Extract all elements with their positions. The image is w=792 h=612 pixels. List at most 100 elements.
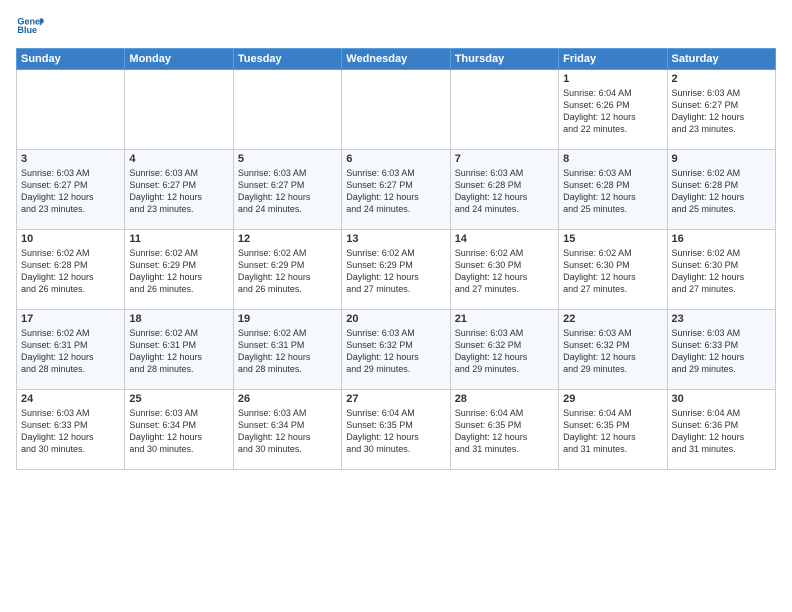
calendar-cell: 3 Sunrise: 6:03 AMSunset: 6:27 PMDaylight… xyxy=(17,150,125,230)
calendar-cell: 26Sunrise: 6:03 AMSunset: 6:34 PMDayligh… xyxy=(233,390,341,470)
day-number: 1 xyxy=(563,73,662,85)
calendar-cell: 18Sunrise: 6:02 AMSunset: 6:31 PMDayligh… xyxy=(125,310,233,390)
day-info: Sunrise: 6:04 AMSunset: 6:35 PMDaylight:… xyxy=(346,407,445,456)
day-info: Sunrise: 6:02 AMSunset: 6:31 PMDaylight:… xyxy=(238,327,337,376)
day-number: 4 xyxy=(129,153,228,165)
calendar-cell: 17 Sunrise: 6:02 AMSunset: 6:31 PMDayligh… xyxy=(17,310,125,390)
weekday-header-thursday: Thursday xyxy=(450,49,558,70)
calendar-cell xyxy=(17,70,125,150)
day-number: 29 xyxy=(563,393,662,405)
calendar-cell xyxy=(450,70,558,150)
calendar-cell: 1 Sunrise: 6:04 AMSunset: 6:26 PMDaylight… xyxy=(559,70,667,150)
day-number: 23 xyxy=(672,313,771,325)
day-number: 12 xyxy=(238,233,337,245)
calendar-cell: 30 Sunrise: 6:04 AMSunset: 6:36 PMDayligh… xyxy=(667,390,775,470)
calendar-week-5: 24Sunrise: 6:03 AMSunset: 6:33 PMDayligh… xyxy=(17,390,776,470)
weekday-header-tuesday: Tuesday xyxy=(233,49,341,70)
calendar-cell: 19 Sunrise: 6:02 AMSunset: 6:31 PMDayligh… xyxy=(233,310,341,390)
day-info: Sunrise: 6:03 AMSunset: 6:32 PMDaylight:… xyxy=(455,327,554,376)
calendar-week-4: 17 Sunrise: 6:02 AMSunset: 6:31 PMDayligh… xyxy=(17,310,776,390)
day-info: Sunrise: 6:03 AMSunset: 6:27 PMDaylight:… xyxy=(238,167,337,216)
day-info: Sunrise: 6:03 AMSunset: 6:27 PMDaylight:… xyxy=(672,87,771,136)
calendar-cell: 28Sunrise: 6:04 AMSunset: 6:35 PMDayligh… xyxy=(450,390,558,470)
svg-text:Blue: Blue xyxy=(17,25,37,35)
day-number: 21 xyxy=(455,313,554,325)
calendar-cell xyxy=(342,70,450,150)
day-info: Sunrise: 6:02 AMSunset: 6:31 PMDaylight:… xyxy=(129,327,228,376)
day-info: Sunrise: 6:02 AMSunset: 6:28 PMDaylight:… xyxy=(672,167,771,216)
day-number: 9 xyxy=(672,153,771,165)
calendar-cell xyxy=(125,70,233,150)
day-info: Sunrise: 6:04 AMSunset: 6:36 PMDaylight:… xyxy=(672,407,771,456)
calendar-cell: 15 Sunrise: 6:02 AMSunset: 6:30 PMDayligh… xyxy=(559,230,667,310)
weekday-header-saturday: Saturday xyxy=(667,49,775,70)
day-number: 27 xyxy=(346,393,445,405)
page-header: General Blue xyxy=(16,12,776,40)
day-number: 6 xyxy=(346,153,445,165)
day-number: 7 xyxy=(455,153,554,165)
calendar-cell: 11Sunrise: 6:02 AMSunset: 6:29 PMDayligh… xyxy=(125,230,233,310)
calendar-cell: 22 Sunrise: 6:03 AMSunset: 6:32 PMDayligh… xyxy=(559,310,667,390)
calendar-week-2: 3 Sunrise: 6:03 AMSunset: 6:27 PMDaylight… xyxy=(17,150,776,230)
day-number: 24 xyxy=(21,393,120,405)
calendar-cell: 13 Sunrise: 6:02 AMSunset: 6:29 PMDayligh… xyxy=(342,230,450,310)
day-info: Sunrise: 6:03 AMSunset: 6:27 PMDaylight:… xyxy=(129,167,228,216)
calendar-cell: 9 Sunrise: 6:02 AMSunset: 6:28 PMDaylight… xyxy=(667,150,775,230)
day-info: Sunrise: 6:03 AMSunset: 6:27 PMDaylight:… xyxy=(346,167,445,216)
calendar-cell: 12 Sunrise: 6:02 AMSunset: 6:29 PMDayligh… xyxy=(233,230,341,310)
day-info: Sunrise: 6:02 AMSunset: 6:30 PMDaylight:… xyxy=(455,247,554,296)
weekday-header-sunday: Sunday xyxy=(17,49,125,70)
day-number: 14 xyxy=(455,233,554,245)
day-info: Sunrise: 6:03 AMSunset: 6:27 PMDaylight:… xyxy=(21,167,120,216)
day-number: 3 xyxy=(21,153,120,165)
day-info: Sunrise: 6:03 AMSunset: 6:28 PMDaylight:… xyxy=(563,167,662,216)
day-info: Sunrise: 6:02 AMSunset: 6:29 PMDaylight:… xyxy=(238,247,337,296)
calendar-cell: 14 Sunrise: 6:02 AMSunset: 6:30 PMDayligh… xyxy=(450,230,558,310)
day-number: 2 xyxy=(672,73,771,85)
calendar-cell: 27 Sunrise: 6:04 AMSunset: 6:35 PMDayligh… xyxy=(342,390,450,470)
weekday-header-friday: Friday xyxy=(559,49,667,70)
day-info: Sunrise: 6:02 AMSunset: 6:30 PMDaylight:… xyxy=(563,247,662,296)
weekday-header-monday: Monday xyxy=(125,49,233,70)
day-info: Sunrise: 6:03 AMSunset: 6:32 PMDaylight:… xyxy=(346,327,445,376)
calendar-cell: 23Sunrise: 6:03 AMSunset: 6:33 PMDayligh… xyxy=(667,310,775,390)
weekday-header-row: SundayMondayTuesdayWednesdayThursdayFrid… xyxy=(17,49,776,70)
day-number: 25 xyxy=(129,393,228,405)
calendar-cell: 24Sunrise: 6:03 AMSunset: 6:33 PMDayligh… xyxy=(17,390,125,470)
day-info: Sunrise: 6:02 AMSunset: 6:30 PMDaylight:… xyxy=(672,247,771,296)
day-number: 8 xyxy=(563,153,662,165)
day-number: 10 xyxy=(21,233,120,245)
calendar-cell: 16 Sunrise: 6:02 AMSunset: 6:30 PMDayligh… xyxy=(667,230,775,310)
day-number: 22 xyxy=(563,313,662,325)
weekday-header-wednesday: Wednesday xyxy=(342,49,450,70)
day-number: 19 xyxy=(238,313,337,325)
calendar-cell: 6 Sunrise: 6:03 AMSunset: 6:27 PMDaylight… xyxy=(342,150,450,230)
day-info: Sunrise: 6:03 AMSunset: 6:28 PMDaylight:… xyxy=(455,167,554,216)
logo-icon: General Blue xyxy=(16,12,44,40)
calendar-cell: 5 Sunrise: 6:03 AMSunset: 6:27 PMDaylight… xyxy=(233,150,341,230)
day-info: Sunrise: 6:02 AMSunset: 6:28 PMDaylight:… xyxy=(21,247,120,296)
logo: General Blue xyxy=(16,12,44,40)
day-number: 20 xyxy=(346,313,445,325)
day-number: 28 xyxy=(455,393,554,405)
calendar-cell: 2 Sunrise: 6:03 AMSunset: 6:27 PMDaylight… xyxy=(667,70,775,150)
day-number: 30 xyxy=(672,393,771,405)
calendar-cell: 21 Sunrise: 6:03 AMSunset: 6:32 PMDayligh… xyxy=(450,310,558,390)
day-info: Sunrise: 6:02 AMSunset: 6:29 PMDaylight:… xyxy=(346,247,445,296)
day-number: 15 xyxy=(563,233,662,245)
calendar-cell: 20 Sunrise: 6:03 AMSunset: 6:32 PMDayligh… xyxy=(342,310,450,390)
day-info: Sunrise: 6:04 AMSunset: 6:35 PMDaylight:… xyxy=(563,407,662,456)
day-info: Sunrise: 6:02 AMSunset: 6:31 PMDaylight:… xyxy=(21,327,120,376)
day-number: 17 xyxy=(21,313,120,325)
calendar-table: SundayMondayTuesdayWednesdayThursdayFrid… xyxy=(16,48,776,470)
calendar-week-3: 10 Sunrise: 6:02 AMSunset: 6:28 PMDayligh… xyxy=(17,230,776,310)
day-info: Sunrise: 6:04 AMSunset: 6:26 PMDaylight:… xyxy=(563,87,662,136)
calendar-cell: 4 Sunrise: 6:03 AMSunset: 6:27 PMDaylight… xyxy=(125,150,233,230)
calendar-cell: 29 Sunrise: 6:04 AMSunset: 6:35 PMDayligh… xyxy=(559,390,667,470)
day-number: 5 xyxy=(238,153,337,165)
day-number: 13 xyxy=(346,233,445,245)
day-info: Sunrise: 6:03 AMSunset: 6:32 PMDaylight:… xyxy=(563,327,662,376)
day-number: 16 xyxy=(672,233,771,245)
calendar-cell: 25Sunrise: 6:03 AMSunset: 6:34 PMDayligh… xyxy=(125,390,233,470)
calendar-cell: 7 Sunrise: 6:03 AMSunset: 6:28 PMDaylight… xyxy=(450,150,558,230)
